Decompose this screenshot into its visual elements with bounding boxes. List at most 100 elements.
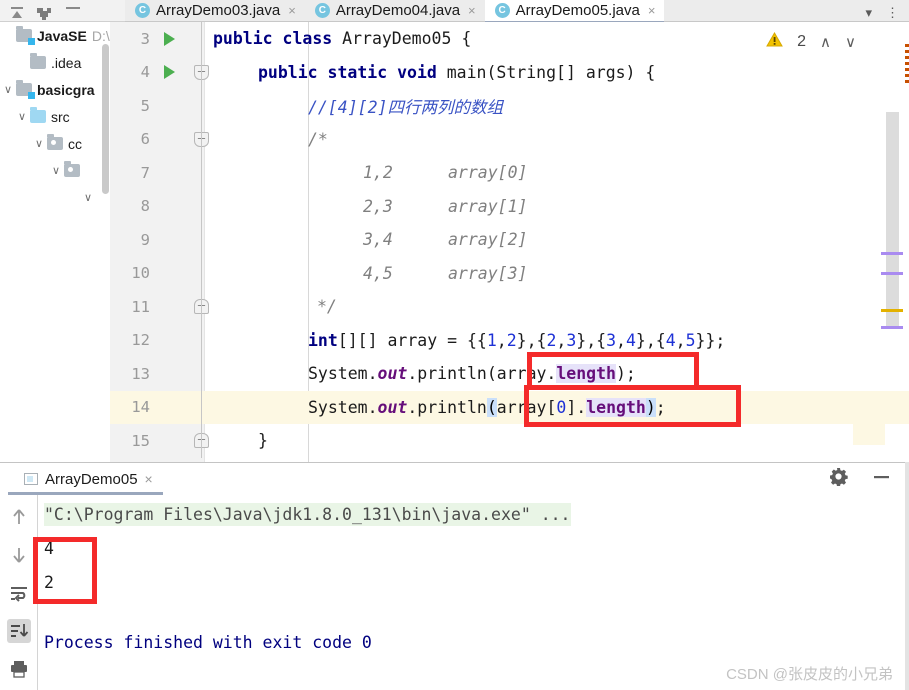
prev-problem-icon[interactable]: ∧ [820, 33, 831, 51]
chevron-down-icon[interactable]: ∨ [48, 164, 64, 177]
code-line[interactable]: 7 1,2 array[0] [110, 156, 909, 190]
editor-tab-bar: C ArrayDemo03.java × C ArrayDemo04.java … [125, 0, 909, 25]
tree-item-package-nested[interactable]: ∨ [0, 157, 110, 184]
tree-item-basicgrammar[interactable]: ∨ basicgra [0, 76, 110, 103]
more-options-icon[interactable]: ⋮ [886, 5, 899, 21]
tree-item-package-deepest[interactable]: ∨ [0, 184, 110, 211]
chevron-down-icon[interactable]: ∨ [31, 137, 47, 150]
chevron-down-icon[interactable]: ∨ [80, 191, 96, 204]
line-number: 6 [140, 130, 150, 149]
module-folder-icon [16, 26, 35, 45]
warning-triangle-icon[interactable] [766, 31, 783, 52]
scroll-down-icon[interactable] [7, 543, 31, 567]
code-comment: /* [308, 129, 328, 149]
hide-panel-icon[interactable] [64, 7, 82, 21]
main-toolbar [0, 0, 125, 22]
line-number: 10 [131, 264, 150, 283]
console-command-line: "C:\Program Files\Java\jdk1.8.0_131\bin\… [44, 497, 909, 531]
console-output[interactable]: "C:\Program Files\Java\jdk1.8.0_131\bin\… [44, 497, 909, 690]
tab-bar-actions: ▾ ⋮ [865, 5, 909, 21]
console-finished-text: Process finished with exit code 0 [44, 632, 372, 652]
close-icon[interactable]: × [288, 3, 296, 18]
code-token: } [258, 431, 268, 451]
scroll-up-icon[interactable] [7, 505, 31, 529]
scrollbar-marker-purple [881, 252, 903, 255]
chevron-down-icon[interactable]: ▾ [865, 5, 872, 21]
scrollbar-marker-purple [881, 272, 903, 275]
line-number: 4 [140, 63, 150, 82]
error-stripe [905, 44, 909, 84]
editor-scrollbar[interactable] [886, 112, 899, 327]
scroll-to-end-icon[interactable] [6, 619, 31, 643]
code-line[interactable]: 11 – */ [110, 290, 909, 324]
tree-item-label: src [51, 108, 70, 125]
java-class-icon: C [494, 3, 510, 18]
console-window-icon [24, 473, 38, 485]
csdn-watermark: CSDN @张皮皮的小兄弟 [726, 666, 893, 683]
code-line[interactable]: 15 – } [110, 424, 909, 458]
tree-item-label: basicgra [37, 81, 95, 98]
tree-item-cc[interactable]: ∨ cc [0, 130, 110, 157]
tree-item-label: JavaSE [37, 27, 87, 44]
soft-wrap-icon[interactable] [7, 581, 31, 605]
code-line[interactable]: 5 //[4][2]四行两列的数组 [110, 89, 909, 123]
console-result-2: 2 [44, 572, 54, 592]
console-tab-arraydemo05[interactable]: ArrayDemo05 × [0, 463, 163, 495]
tree-item-idea[interactable]: .idea [0, 49, 110, 76]
line-number: 11 [131, 297, 150, 316]
editor-tab-label: ArrayDemo05.java [515, 1, 640, 19]
editor-tab-arraydemo03[interactable]: C ArrayDemo03.java × [125, 0, 305, 21]
java-class-icon: C [314, 3, 330, 18]
console-finished-line: Process finished with exit code 0 [44, 625, 909, 659]
scrollbar-current-line-strip [853, 411, 885, 445]
code-comment: array[0] [448, 163, 528, 183]
code-text[interactable]: 3 public class ArrayDemo05 { 4 – public … [110, 22, 909, 462]
code-line[interactable]: 13 System.out.println(array.length); [110, 357, 909, 391]
console-right-edge [905, 462, 909, 690]
code-line[interactable]: 6 – /* [110, 122, 909, 156]
run-gutter-icon[interactable] [164, 31, 175, 46]
console-tab-label: ArrayDemo05 [45, 470, 138, 488]
line-number: 8 [140, 197, 150, 216]
code-comment: array[3] [448, 263, 528, 283]
code-comment: 4,5 [363, 263, 393, 283]
editor-tab-arraydemo04[interactable]: C ArrayDemo04.java × [305, 0, 485, 21]
scrollbar-marker-yellow [881, 309, 903, 312]
console-actions [829, 467, 909, 491]
settings-gear-icon[interactable] [36, 7, 54, 21]
plain-folder-icon [30, 53, 46, 69]
chevron-down-icon[interactable]: ∨ [0, 83, 16, 96]
run-gutter-icon[interactable] [164, 65, 175, 80]
package-folder-icon [64, 161, 80, 177]
project-tree-scrollbar[interactable] [102, 44, 109, 194]
tree-item-src[interactable]: ∨ src [0, 103, 110, 130]
code-line-current[interactable]: 14 System.out.println(array[0].length); [110, 390, 909, 424]
package-folder-icon [47, 134, 63, 150]
console-tab-bar: ArrayDemo05 × [0, 463, 909, 495]
code-line[interactable]: 12 int[][] array = {{1,2},{2,3},{3,4},{4… [110, 323, 909, 357]
line-number: 14 [131, 398, 150, 417]
next-problem-icon[interactable]: ∨ [845, 33, 856, 51]
tree-item-javase[interactable]: JavaSE D:\ [0, 22, 110, 49]
java-class-icon: C [135, 3, 150, 18]
minimize-icon[interactable] [872, 467, 891, 491]
collapse-all-icon[interactable] [8, 7, 26, 21]
console-command-text: "C:\Program Files\Java\jdk1.8.0_131\bin\… [44, 502, 571, 526]
code-comment: 3,4 [363, 230, 393, 250]
scrollbar-marker-purple [881, 326, 903, 329]
close-icon[interactable]: × [648, 3, 656, 18]
console-divider [37, 495, 38, 690]
editor-inspection-widget: 2 ∧ ∨ [738, 22, 868, 62]
code-line[interactable]: 9 3,4 array[2] [110, 223, 909, 257]
code-line[interactable]: 8 2,3 array[1] [110, 189, 909, 223]
code-comment: */ [317, 297, 337, 317]
console-output-line: 2 [44, 565, 909, 599]
ide-window: C ArrayDemo03.java × C ArrayDemo04.java … [0, 0, 909, 690]
code-line[interactable]: 10 4,5 array[3] [110, 256, 909, 290]
close-icon[interactable]: × [145, 471, 153, 487]
chevron-down-icon[interactable]: ∨ [14, 110, 30, 123]
gear-icon[interactable] [829, 467, 848, 491]
close-icon[interactable]: × [468, 3, 476, 18]
editor-tab-arraydemo05[interactable]: C ArrayDemo05.java × [484, 0, 665, 25]
print-icon[interactable] [7, 657, 31, 681]
